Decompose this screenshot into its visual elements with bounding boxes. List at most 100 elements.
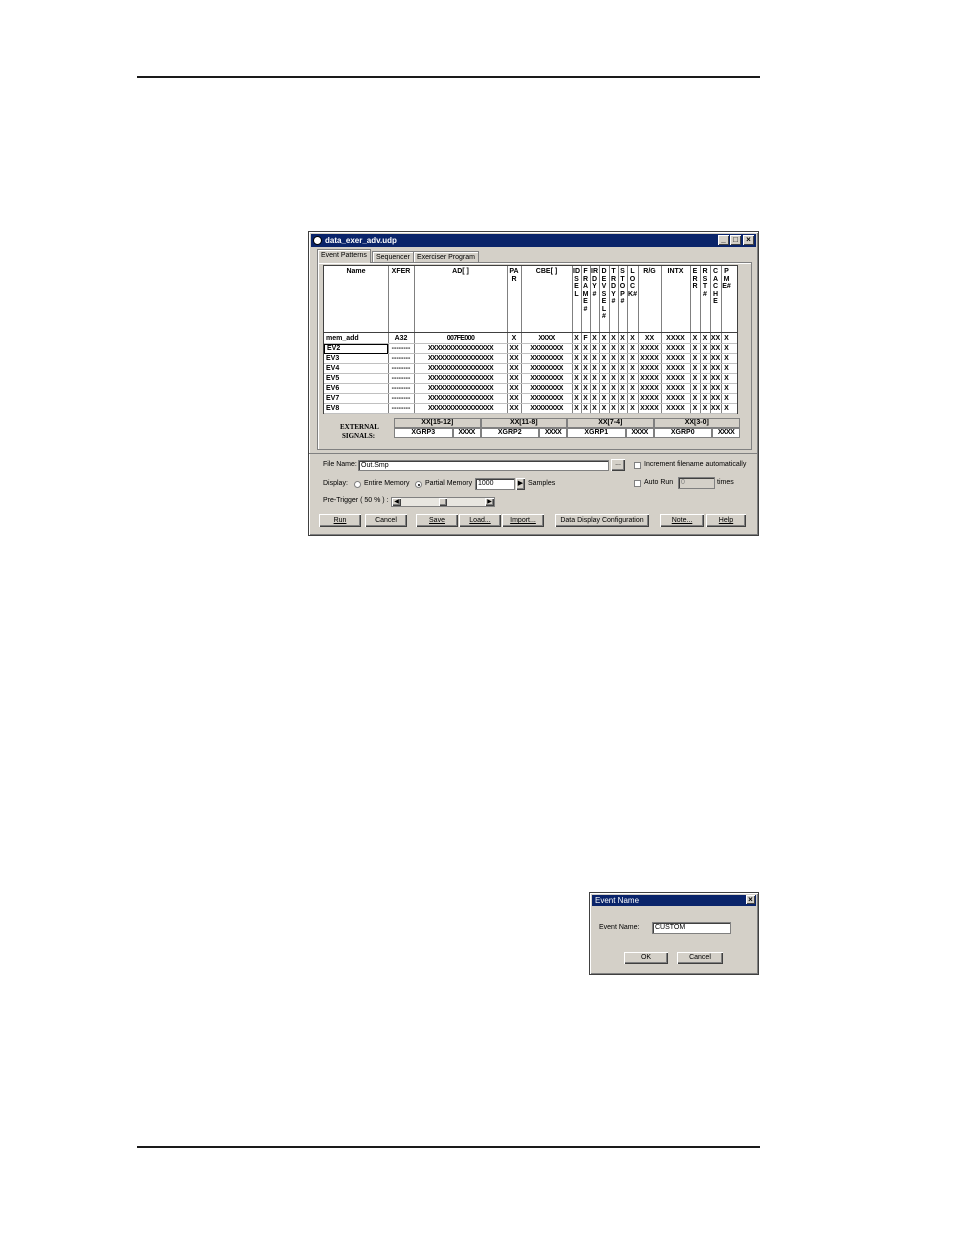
scroll-left-icon[interactable]: ◀: [392, 498, 401, 506]
pattern-cell[interactable]: X: [599, 384, 609, 394]
event-name-cell[interactable]: EV7: [324, 394, 388, 404]
pattern-cell[interactable]: X: [581, 384, 590, 394]
pattern-cell[interactable]: X: [700, 344, 710, 354]
pattern-cell[interactable]: X: [690, 334, 700, 344]
pattern-cell[interactable]: X: [609, 354, 618, 364]
pattern-cell[interactable]: X: [627, 404, 638, 414]
pattern-cell[interactable]: XXXX: [661, 334, 690, 344]
pattern-cell[interactable]: XX: [710, 354, 721, 364]
external-group-value[interactable]: XXXX: [539, 428, 567, 438]
pattern-cell[interactable]: X: [721, 354, 732, 364]
pattern-cell[interactable]: XX: [710, 384, 721, 394]
pattern-cell[interactable]: X: [599, 394, 609, 404]
pattern-cell[interactable]: X: [599, 334, 609, 344]
pattern-cell[interactable]: XXXXXXXXXXXXXXXX: [414, 354, 507, 364]
column-header-stop[interactable]: STOP#: [618, 268, 627, 332]
pattern-cell[interactable]: X: [572, 374, 581, 384]
pattern-cell[interactable]: XXXXXXXXXXXXXXXX: [414, 364, 507, 374]
pattern-cell[interactable]: X: [609, 334, 618, 344]
column-header-frame[interactable]: FRAME#: [581, 268, 590, 332]
pattern-cell[interactable]: X: [590, 354, 599, 364]
main-window-titlebar[interactable]: data_exer_adv.udp _ □ ×: [311, 234, 756, 247]
minimize-icon[interactable]: _: [718, 235, 729, 245]
pattern-cell[interactable]: XXXX: [661, 354, 690, 364]
pattern-cell[interactable]: X: [618, 404, 627, 414]
pattern-cell[interactable]: XX: [710, 374, 721, 384]
pattern-cell[interactable]: X: [690, 344, 700, 354]
column-header-r-g[interactable]: R/G: [638, 268, 661, 332]
pattern-cell[interactable]: XXXXXXXX: [521, 344, 572, 354]
pattern-cell[interactable]: XXXXXXXX: [521, 354, 572, 364]
pattern-cell[interactable]: X: [690, 394, 700, 404]
pattern-cell[interactable]: X: [721, 344, 732, 354]
pattern-cell[interactable]: XXXX: [661, 374, 690, 384]
pattern-cell[interactable]: --------: [388, 344, 414, 354]
pattern-cell[interactable]: X: [700, 404, 710, 414]
pattern-cell[interactable]: XXXX: [638, 384, 661, 394]
pattern-cell[interactable]: X: [700, 364, 710, 374]
pattern-cell[interactable]: X: [609, 384, 618, 394]
pattern-cell[interactable]: X: [618, 354, 627, 364]
pattern-cell[interactable]: XX: [507, 394, 521, 404]
note-button[interactable]: Note...: [660, 514, 704, 527]
close-icon[interactable]: ×: [743, 235, 754, 245]
ok-button[interactable]: OK: [624, 952, 668, 964]
pattern-cell[interactable]: X: [618, 364, 627, 374]
samples-spin-icon[interactable]: ▶: [516, 478, 525, 490]
pattern-cell[interactable]: XXXXXXXXXXXXXXXX: [414, 384, 507, 394]
pattern-cell[interactable]: X: [581, 404, 590, 414]
pattern-cell[interactable]: X: [618, 384, 627, 394]
pattern-cell[interactable]: X: [609, 374, 618, 384]
pattern-cell[interactable]: XX: [710, 344, 721, 354]
dialog-close-icon[interactable]: ×: [746, 895, 755, 904]
pattern-cell[interactable]: X: [700, 374, 710, 384]
pattern-cell[interactable]: X: [581, 364, 590, 374]
pattern-cell[interactable]: XXXXXXXX: [521, 394, 572, 404]
pattern-cell[interactable]: X: [581, 344, 590, 354]
pattern-cell[interactable]: XXXXXXXXXXXXXXXX: [414, 394, 507, 404]
pattern-cell[interactable]: X: [721, 334, 732, 344]
data-display-configuration-button[interactable]: Data Display Configuration: [555, 514, 649, 527]
pattern-cell[interactable]: XXXX: [638, 374, 661, 384]
pattern-cell[interactable]: XX: [507, 404, 521, 414]
pattern-cell[interactable]: X: [721, 374, 732, 384]
pattern-cell[interactable]: X: [627, 384, 638, 394]
run-button[interactable]: Run: [319, 514, 361, 527]
event-name-cell[interactable]: EV6: [324, 384, 388, 394]
help-button[interactable]: Help: [706, 514, 746, 527]
file-name-input[interactable]: Out.Smp: [358, 460, 609, 471]
pattern-cell[interactable]: X: [507, 334, 521, 344]
pattern-cell[interactable]: XX: [710, 364, 721, 374]
column-header-trdy[interactable]: TRDY#: [609, 268, 618, 332]
column-header-devsel[interactable]: DEVSEL#: [599, 268, 609, 332]
pattern-cell[interactable]: X: [721, 364, 732, 374]
pattern-cell[interactable]: XXXX: [638, 394, 661, 404]
pattern-cell[interactable]: X: [572, 404, 581, 414]
pattern-cell[interactable]: XXXXXXXXXXXXXXXX: [414, 404, 507, 414]
event-name-cell[interactable]: EV2: [324, 344, 388, 354]
pattern-cell[interactable]: X: [590, 374, 599, 384]
pattern-cell[interactable]: X: [581, 394, 590, 404]
pattern-cell[interactable]: XXXX: [661, 384, 690, 394]
pattern-cell[interactable]: XXXX: [638, 344, 661, 354]
pattern-cell[interactable]: X: [690, 404, 700, 414]
pattern-cell[interactable]: X: [599, 374, 609, 384]
pattern-cell[interactable]: X: [599, 354, 609, 364]
pattern-cell[interactable]: X: [590, 394, 599, 404]
pattern-cell[interactable]: XX: [507, 364, 521, 374]
pattern-cell[interactable]: X: [627, 354, 638, 364]
column-header-ad[interactable]: AD[ ]: [414, 268, 507, 332]
column-header-name[interactable]: Name: [324, 268, 388, 332]
pattern-cell[interactable]: X: [721, 404, 732, 414]
pattern-cell[interactable]: X: [721, 394, 732, 404]
pattern-cell[interactable]: X: [618, 374, 627, 384]
tab-event-patterns[interactable]: Event Patterns: [317, 249, 371, 263]
pattern-cell[interactable]: X: [721, 384, 732, 394]
pattern-cell[interactable]: X: [627, 334, 638, 344]
pattern-cell[interactable]: X: [609, 344, 618, 354]
pattern-cell[interactable]: X: [627, 364, 638, 374]
pattern-cell[interactable]: XXXX: [661, 404, 690, 414]
pattern-cell[interactable]: X: [590, 334, 599, 344]
maximize-icon[interactable]: □: [730, 235, 741, 245]
pattern-cell[interactable]: X: [627, 394, 638, 404]
